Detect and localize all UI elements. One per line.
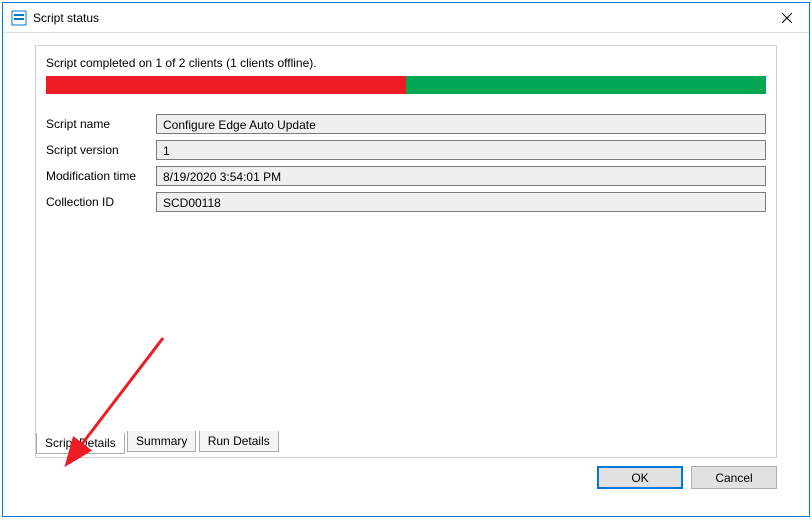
cancel-button[interactable]: Cancel bbox=[691, 466, 777, 489]
close-button[interactable] bbox=[764, 3, 809, 32]
label-modification-time: Modification time bbox=[46, 169, 156, 183]
label-script-name: Script name bbox=[46, 117, 156, 131]
tab-summary[interactable]: Summary bbox=[127, 431, 196, 452]
script-status-window: Script status Script completed on 1 of 2… bbox=[2, 2, 810, 517]
field-script-version: Script version 1 bbox=[46, 140, 766, 160]
content-area: Script completed on 1 of 2 clients (1 cl… bbox=[3, 33, 809, 501]
progress-success-segment bbox=[406, 76, 766, 94]
progress-failed-segment bbox=[46, 76, 406, 94]
window-title: Script status bbox=[33, 11, 764, 25]
field-modification-time: Modification time 8/19/2020 3:54:01 PM bbox=[46, 166, 766, 186]
content-panel: Script completed on 1 of 2 clients (1 cl… bbox=[35, 45, 777, 458]
value-script-name: Configure Edge Auto Update bbox=[156, 114, 766, 134]
dialog-buttons: OK Cancel bbox=[19, 458, 793, 501]
field-collection-id: Collection ID SCD00118 bbox=[46, 192, 766, 212]
status-text: Script completed on 1 of 2 clients (1 cl… bbox=[46, 56, 766, 70]
label-collection-id: Collection ID bbox=[46, 195, 156, 209]
value-modification-time: 8/19/2020 3:54:01 PM bbox=[156, 166, 766, 186]
value-script-version: 1 bbox=[156, 140, 766, 160]
label-script-version: Script version bbox=[46, 143, 156, 157]
tabs-bar: Script Details Summary Run Details bbox=[36, 433, 776, 457]
tab-run-details[interactable]: Run Details bbox=[199, 431, 279, 452]
titlebar: Script status bbox=[3, 3, 809, 33]
window-icon bbox=[11, 10, 27, 26]
progress-bar bbox=[46, 76, 766, 94]
fields-group: Script name Configure Edge Auto Update S… bbox=[46, 114, 766, 212]
tab-script-details[interactable]: Script Details bbox=[36, 433, 125, 454]
field-script-name: Script name Configure Edge Auto Update bbox=[46, 114, 766, 134]
value-collection-id: SCD00118 bbox=[156, 192, 766, 212]
ok-button[interactable]: OK bbox=[597, 466, 683, 489]
